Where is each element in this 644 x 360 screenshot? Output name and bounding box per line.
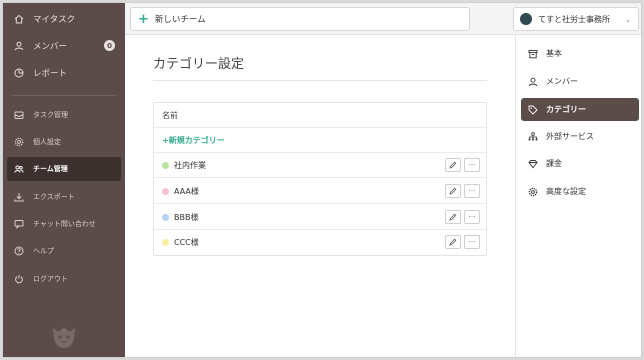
edit-button[interactable] bbox=[445, 184, 461, 198]
sidebar-item-label: メンバー bbox=[33, 42, 68, 52]
more-button[interactable]: ··· bbox=[464, 235, 480, 249]
more-button[interactable]: ··· bbox=[464, 210, 480, 224]
color-dot bbox=[162, 161, 169, 169]
table-row: AAA様 ··· bbox=[154, 179, 486, 204]
more-button[interactable]: ··· bbox=[464, 184, 480, 198]
left-sidebar: マイタスク メンバー 0 レポート タスク管理 個人設定 チーム管理 エクスポー… bbox=[3, 3, 125, 357]
settings-item-label: 外部サービス bbox=[546, 132, 594, 141]
sidebar-item-label: チャット問い合わせ bbox=[33, 220, 96, 228]
sidebar-item-logout[interactable]: ログアウト bbox=[7, 267, 121, 291]
gear-icon bbox=[528, 187, 538, 197]
app-window: マイタスク メンバー 0 レポート タスク管理 個人設定 チーム管理 エクスポー… bbox=[2, 2, 642, 358]
tag-icon bbox=[528, 105, 538, 115]
add-category-link[interactable]: +新規カテゴリー bbox=[154, 128, 486, 153]
chevron-down-icon: ⌄ bbox=[625, 16, 631, 24]
inbox-icon bbox=[14, 110, 24, 120]
sidebar-divider bbox=[11, 95, 117, 96]
sidebar-item-my-tasks[interactable]: マイタスク bbox=[7, 7, 121, 31]
top-bar: + 新しいチーム てすと社労士事務所 ⌄ bbox=[125, 3, 641, 35]
settings-menu: 基本 メンバー カテゴリー 外部サービス 課金 高度な設定 bbox=[515, 35, 641, 357]
sidebar-item-chat-inquiry[interactable]: チャット問い合わせ bbox=[7, 212, 121, 236]
color-dot bbox=[162, 239, 169, 246]
sidebar-item-task-management[interactable]: タスク管理 bbox=[7, 103, 121, 127]
more-icon: ··· bbox=[468, 187, 476, 195]
new-team-label: 新しいチーム bbox=[154, 15, 206, 25]
settings-item-advanced[interactable]: 高度な設定 bbox=[521, 180, 639, 203]
settings-item-label: メンバー bbox=[546, 77, 578, 86]
team-avatar bbox=[520, 13, 532, 25]
gear-icon bbox=[14, 137, 24, 147]
table-row: BBB様 ··· bbox=[154, 205, 486, 230]
more-icon: ··· bbox=[468, 238, 476, 246]
category-name: CCC様 bbox=[174, 238, 199, 247]
power-icon bbox=[14, 274, 24, 284]
settings-item-label: 高度な設定 bbox=[546, 187, 586, 196]
person-icon bbox=[14, 41, 24, 51]
column-header-name: 名前 bbox=[162, 110, 178, 120]
app-logo bbox=[53, 327, 75, 348]
pencil-icon bbox=[449, 161, 457, 169]
main-content: カテゴリー設定 名前 +新規カテゴリー 社内作業 ··· AAA様 ··· BB… bbox=[125, 35, 515, 357]
sidebar-item-label: エクスポート bbox=[33, 193, 75, 201]
sidebar-item-label: マイタスク bbox=[33, 15, 76, 25]
member-count-badge: 0 bbox=[104, 40, 115, 51]
edit-button[interactable] bbox=[445, 210, 461, 224]
team-icon bbox=[14, 164, 24, 174]
diamond-icon bbox=[528, 159, 538, 169]
edit-button[interactable] bbox=[445, 158, 461, 172]
sidebar-item-label: レポート bbox=[33, 69, 68, 79]
download-icon bbox=[14, 192, 24, 202]
help-icon bbox=[14, 246, 24, 256]
pencil-icon bbox=[449, 187, 457, 195]
settings-item-label: カテゴリー bbox=[546, 105, 586, 114]
settings-item-category[interactable]: カテゴリー bbox=[521, 98, 639, 121]
sidebar-item-team-management[interactable]: チーム管理 bbox=[7, 157, 121, 181]
sidebar-item-export[interactable]: エクスポート bbox=[7, 185, 121, 209]
report-icon bbox=[14, 68, 24, 78]
table-row: 社内作業 ··· bbox=[154, 153, 486, 178]
table-header: 名前 bbox=[154, 103, 486, 128]
team-selector[interactable]: てすと社労士事務所 ⌄ bbox=[513, 7, 639, 31]
settings-item-basic[interactable]: 基本 bbox=[521, 42, 639, 65]
sidebar-item-label: チーム管理 bbox=[33, 165, 68, 173]
category-table: 名前 +新規カテゴリー 社内作業 ··· AAA様 ··· BBB様 ··· C… bbox=[153, 102, 487, 256]
sidebar-item-help[interactable]: ヘルプ bbox=[7, 239, 121, 263]
chat-icon bbox=[14, 219, 24, 229]
team-name: てすと社労士事務所 bbox=[538, 14, 610, 24]
edit-button[interactable] bbox=[445, 235, 461, 249]
settings-item-members[interactable]: メンバー bbox=[521, 70, 639, 93]
settings-item-external-services[interactable]: 外部サービス bbox=[521, 125, 639, 148]
plus-icon: + bbox=[138, 11, 149, 27]
table-row: CCC様 ··· bbox=[154, 230, 486, 255]
settings-item-label: 課金 bbox=[546, 159, 562, 168]
sidebar-item-label: タスク管理 bbox=[33, 111, 68, 119]
sidebar-item-label: ログアウト bbox=[33, 275, 68, 283]
sidebar-item-reports[interactable]: レポート bbox=[7, 61, 121, 85]
sidebar-item-members[interactable]: メンバー 0 bbox=[7, 34, 121, 58]
pencil-icon bbox=[449, 213, 457, 221]
more-icon: ··· bbox=[468, 161, 476, 169]
category-name: AAA様 bbox=[174, 186, 199, 196]
new-team-button[interactable]: + 新しいチーム bbox=[130, 7, 470, 31]
sidebar-item-personal-settings[interactable]: 個人設定 bbox=[7, 130, 121, 154]
category-name: 社内作業 bbox=[174, 160, 206, 170]
page-title: カテゴリー設定 bbox=[153, 57, 245, 72]
color-dot bbox=[162, 187, 169, 195]
more-icon: ··· bbox=[468, 213, 476, 221]
box-icon bbox=[528, 49, 538, 59]
settings-item-billing[interactable]: 課金 bbox=[521, 152, 639, 175]
settings-item-label: 基本 bbox=[546, 49, 562, 58]
more-button[interactable]: ··· bbox=[464, 158, 480, 172]
title-divider bbox=[153, 80, 487, 81]
sidebar-item-label: 個人設定 bbox=[33, 138, 61, 146]
person-icon bbox=[528, 77, 538, 87]
color-dot bbox=[162, 213, 169, 221]
network-icon bbox=[528, 131, 538, 142]
category-name: BBB様 bbox=[174, 212, 199, 222]
sidebar-item-label: ヘルプ bbox=[33, 247, 54, 255]
home-icon bbox=[14, 14, 24, 24]
pencil-icon bbox=[449, 238, 457, 246]
